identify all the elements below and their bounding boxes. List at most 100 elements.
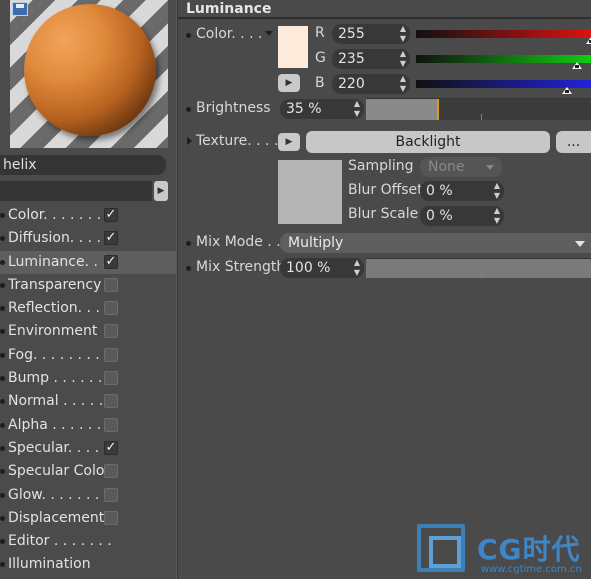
mix-strength-field[interactable]: 100 % ▲ ▼ (280, 258, 364, 278)
mix-strength-slider[interactable] (366, 258, 591, 278)
channel-checkbox[interactable]: ✓ (104, 208, 118, 222)
channel-label: Color. . . . . . . . (8, 207, 111, 223)
g-slider[interactable] (416, 55, 591, 69)
save-icon[interactable] (12, 2, 28, 16)
channel-item[interactable]: Alpha . . . . . . . (0, 414, 176, 437)
channel-item[interactable]: Specular. . . . . ✓ (0, 437, 176, 460)
brightness-field[interactable]: 35 % ▲ ▼ (280, 99, 364, 119)
brightness-slider-fill (366, 99, 437, 120)
color-menu-arrow-icon[interactable] (265, 31, 273, 36)
channel-item[interactable]: Reflection. . . . (0, 297, 176, 320)
animation-dot-icon[interactable] (186, 33, 191, 38)
expand-arrow-button[interactable]: ▶ (154, 181, 168, 201)
mix-strength-label: Mix Strength (196, 259, 286, 275)
channel-checkbox[interactable] (104, 371, 118, 386)
watermark: CG时代 www.cgtime.com.cn (415, 520, 591, 579)
spinner-icon[interactable]: ▲ ▼ (354, 99, 360, 119)
channel-label: Specular. . . . . (8, 439, 108, 456)
b-slider-handle[interactable] (561, 87, 572, 94)
channel-checkbox[interactable] (104, 487, 118, 502)
channel-checkbox[interactable] (104, 510, 118, 525)
material-sub-field[interactable] (0, 181, 152, 201)
channel-checkbox[interactable] (104, 417, 118, 432)
material-name-field[interactable]: helix (0, 155, 166, 175)
blur-scale-field[interactable]: 0 % ▲ ▼ (420, 206, 504, 226)
panel-title: Luminance (186, 1, 272, 17)
chevron-down-icon (575, 241, 585, 247)
channel-checkbox[interactable] (104, 394, 118, 409)
brightness-slider[interactable] (366, 98, 591, 120)
sampling-dropdown[interactable]: None (420, 157, 502, 177)
b-value: 220 (338, 76, 365, 92)
channel-item[interactable]: Illumination (0, 553, 176, 576)
channel-checkbox[interactable] (104, 277, 118, 292)
spinner-icon[interactable]: ▲ ▼ (494, 181, 500, 201)
texture-menu-button[interactable]: ▶ (278, 133, 300, 151)
b-slider[interactable] (416, 80, 591, 94)
texture-name-button[interactable]: Backlight (306, 131, 550, 153)
channel-item[interactable]: Glow. . . . . . . . (0, 484, 176, 507)
sampling-label: Sampling (348, 158, 414, 174)
g-value: 235 (338, 51, 365, 67)
texture-expand-arrow-icon[interactable] (187, 137, 192, 145)
material-preview-sphere (24, 4, 156, 136)
brightness-value: 35 % (286, 101, 322, 117)
g-slider-handle[interactable] (572, 62, 582, 69)
color-label: Color. . . . (196, 26, 263, 42)
spinner-icon[interactable]: ▲ ▼ (400, 74, 406, 94)
channel-checkbox[interactable]: ✓ (104, 254, 118, 269)
bullet-icon (0, 329, 5, 335)
mix-mode-dropdown[interactable]: Multiply (280, 233, 591, 253)
bullet-icon (0, 399, 5, 405)
brightness-slider-handle[interactable] (436, 99, 439, 120)
channel-sidebar: helix ▶ Color. . . . . . . . ✓ Diffusion. … (0, 0, 176, 579)
channel-item[interactable]: Diffusion. . . . . ✓ (0, 227, 176, 250)
channel-item[interactable]: Specular Color (0, 460, 176, 483)
b-value-field[interactable]: 220 ▲ ▼ (332, 74, 410, 94)
channel-label: Normal . . . . . . (8, 393, 113, 410)
bullet-icon (0, 352, 5, 358)
bullet-icon (0, 445, 5, 451)
channel-item[interactable]: Transparency (0, 274, 176, 297)
channel-item[interactable]: Normal . . . . . . (0, 390, 176, 413)
spinner-icon[interactable]: ▲ ▼ (354, 258, 360, 278)
color-swatch[interactable] (278, 26, 308, 68)
channel-item[interactable]: Environment (0, 320, 176, 343)
texture-more-button[interactable]: ... (556, 131, 591, 153)
r-value-field[interactable]: 255 ▲ ▼ (332, 24, 410, 44)
bullet-icon (0, 236, 5, 242)
animation-dot-icon[interactable] (186, 241, 191, 246)
channel-checkbox[interactable] (104, 464, 118, 479)
animation-dot-icon[interactable] (186, 266, 191, 271)
channel-checkbox[interactable] (104, 347, 118, 362)
cgtime-logo-icon (417, 524, 465, 572)
spinner-icon[interactable]: ▲ ▼ (400, 24, 406, 44)
animation-dot-icon[interactable] (186, 107, 191, 112)
g-value-field[interactable]: 235 ▲ ▼ (332, 49, 410, 69)
channel-item[interactable]: Displacement (0, 507, 176, 530)
channel-label: Glow. . . . . . . . (8, 486, 109, 503)
r-slider-handle[interactable] (586, 37, 591, 44)
channel-item[interactable]: Color. . . . . . . . ✓ (0, 204, 176, 227)
spinner-icon[interactable]: ▲ ▼ (400, 49, 406, 69)
channel-item[interactable]: Luminance. . . . ✓ (0, 250, 176, 274)
channel-item[interactable]: Fog. . . . . . . . . (0, 344, 176, 367)
channel-checkbox[interactable]: ✓ (104, 440, 118, 455)
r-slider[interactable] (416, 30, 591, 44)
r-label: R (315, 25, 325, 41)
chevron-down-icon (486, 165, 494, 170)
channel-checkbox[interactable]: ✓ (104, 231, 118, 246)
channel-item[interactable]: Editor . . . . . . . (0, 530, 176, 553)
channel-label: Illumination (8, 556, 91, 573)
channel-label: Specular Color (8, 463, 111, 480)
bullet-icon (0, 213, 5, 218)
color-picker-button[interactable]: ▶ (278, 74, 300, 92)
slider-tick (481, 114, 482, 120)
channel-label: Environment (8, 323, 98, 340)
channel-checkbox[interactable] (104, 301, 118, 316)
spinner-icon[interactable]: ▲ ▼ (494, 206, 500, 226)
channel-item[interactable]: Bump . . . . . . . (0, 367, 176, 390)
blur-offset-field[interactable]: 0 % ▲ ▼ (420, 181, 504, 201)
bullet-icon (0, 282, 5, 288)
channel-checkbox[interactable] (104, 324, 118, 339)
